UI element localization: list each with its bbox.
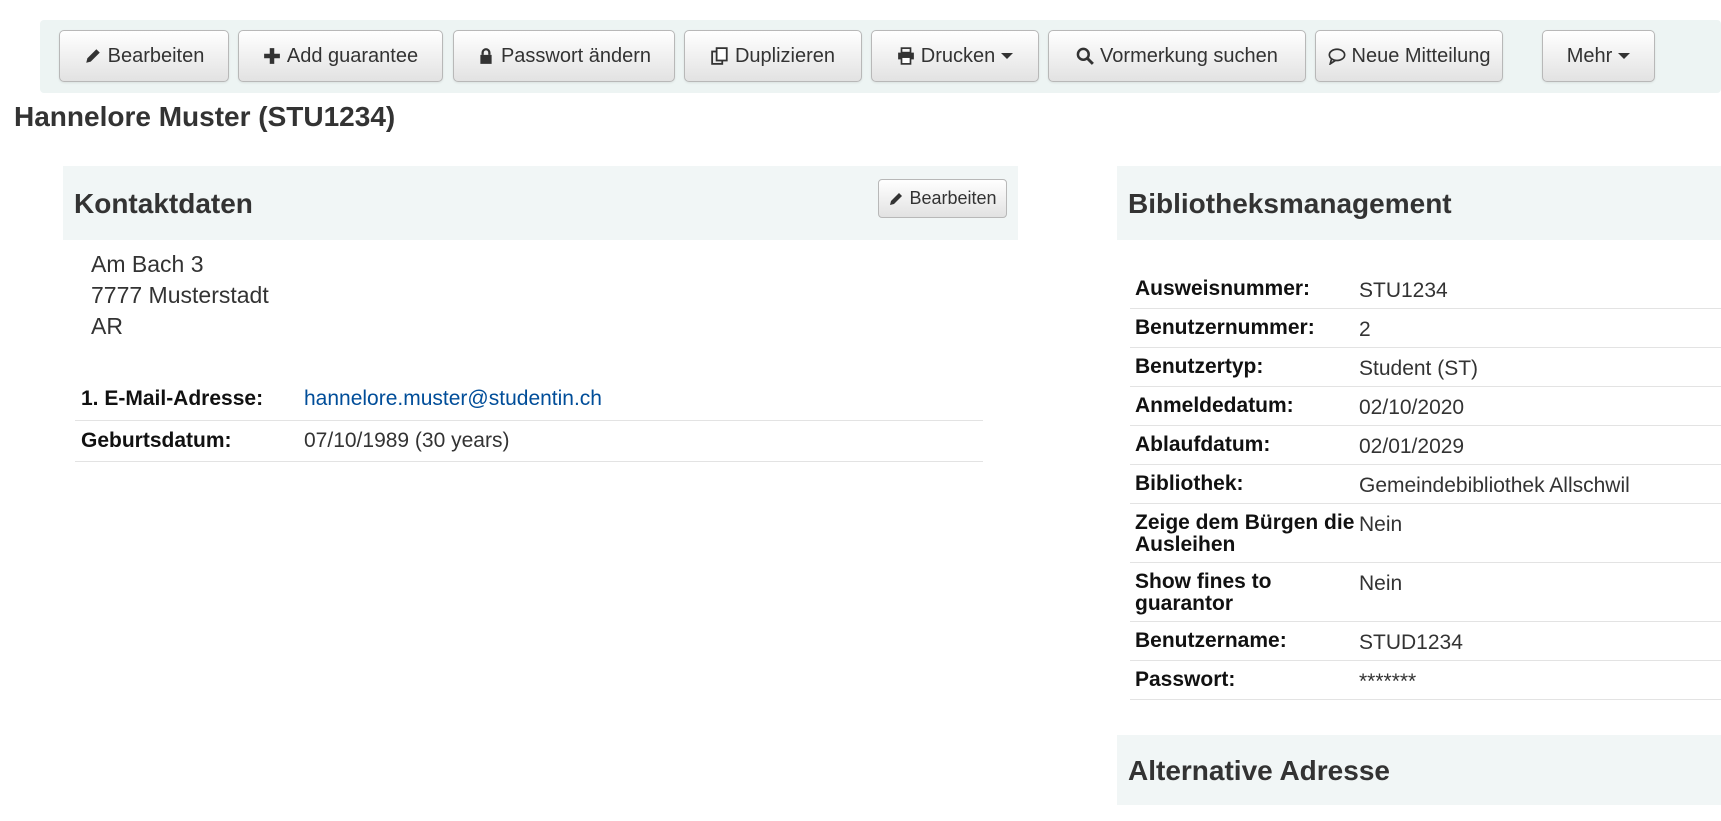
table-row: 1. E-Mail-Adresse: hannelore.muster@stud…: [75, 379, 983, 421]
print-label: Drucken: [920, 44, 996, 67]
edit-button[interactable]: Bearbeiten: [59, 30, 229, 82]
field-label: Benutzername:: [1130, 621, 1359, 661]
contact-heading: Kontaktdaten: [74, 188, 253, 219]
library-fields-table: Ausweisnummer: STU1234 Benutzernummer: 2 B…: [1130, 270, 1721, 700]
search-icon: [1076, 47, 1094, 65]
search-hold-label: Vormerkung suchen: [1100, 44, 1278, 67]
new-message-label: Neue Mitteilung: [1351, 44, 1491, 67]
field-label: Zeige dem Bürgen die Ausleihen: [1130, 503, 1359, 563]
copy-icon: [711, 47, 728, 65]
address-street: Am Bach 3: [91, 251, 204, 277]
new-message-button[interactable]: Neue Mitteilung: [1315, 30, 1503, 82]
address-block: Am Bach 3 7777 Musterstadt AR: [91, 249, 269, 342]
field-value: STU1234: [1359, 270, 1721, 309]
change-password-button[interactable]: Passwort ändern: [453, 30, 675, 82]
more-label: Mehr: [1566, 44, 1613, 67]
field-value: Nein: [1359, 503, 1721, 563]
library-panel-header: Bibliotheksmanagement: [1117, 166, 1721, 240]
more-button[interactable]: Mehr: [1542, 30, 1655, 82]
alternative-panel-header: Alternative Adresse: [1117, 735, 1721, 805]
field-label: Bibliothek:: [1130, 464, 1359, 504]
field-value: STUD1234: [1359, 621, 1721, 661]
print-button[interactable]: Drucken: [871, 30, 1039, 82]
caret-down-icon: [1618, 53, 1631, 59]
table-row: Bibliothek: Gemeindebibliothek Allschwil: [1130, 464, 1721, 504]
table-row: Benutzername: STUD1234: [1130, 621, 1721, 661]
lock-icon: [480, 48, 492, 64]
field-label: Passwort:: [1130, 660, 1359, 700]
contact-edit-button[interactable]: Bearbeiten: [878, 179, 1007, 218]
table-row: Ausweisnummer: STU1234: [1130, 270, 1721, 309]
comment-icon: [1328, 48, 1346, 65]
contact-edit-label: Bearbeiten: [909, 188, 997, 208]
duplicate-button[interactable]: Duplizieren: [684, 30, 862, 82]
caret-down-icon: [1001, 53, 1014, 59]
field-value: Gemeindebibliothek Allschwil: [1359, 464, 1721, 504]
field-value: 07/10/1989 (30 years): [304, 420, 983, 462]
table-row: Anmeldedatum: 02/10/2020: [1130, 386, 1721, 426]
table-row: Passwort: *******: [1130, 660, 1721, 700]
field-value: 2: [1359, 308, 1721, 348]
table-row: Benutzernummer: 2: [1130, 308, 1721, 348]
pencil-icon: [890, 192, 903, 205]
field-label: Benutzernummer:: [1130, 308, 1359, 348]
pencil-icon: [85, 49, 100, 63]
alternative-heading: Alternative Adresse: [1128, 755, 1390, 786]
field-value: 02/10/2020: [1359, 386, 1721, 426]
contact-fields-table: 1. E-Mail-Adresse: hannelore.muster@stud…: [75, 379, 983, 462]
field-value: hannelore.muster@studentin.ch: [304, 379, 983, 421]
field-label: Anmeldedatum:: [1130, 386, 1359, 426]
field-value: Student (ST): [1359, 347, 1721, 387]
address-country: AR: [91, 313, 123, 339]
duplicate-label: Duplizieren: [734, 44, 836, 67]
field-label: Benutzertyp:: [1130, 347, 1359, 387]
field-label: 1. E-Mail-Adresse:: [75, 379, 304, 421]
field-value: *******: [1359, 660, 1721, 700]
search-hold-button[interactable]: Vormerkung suchen: [1048, 30, 1306, 82]
add-guarantee-button[interactable]: Add guarantee: [238, 30, 443, 82]
table-row: Geburtsdatum: 07/10/1989 (30 years): [75, 420, 983, 462]
table-row: Zeige dem Bürgen die Ausleihen Nein: [1130, 503, 1721, 563]
email-link[interactable]: hannelore.muster@studentin.ch: [304, 387, 602, 410]
table-row: Ablaufdatum: 02/01/2029: [1130, 425, 1721, 465]
field-value: Nein: [1359, 562, 1721, 622]
table-row: Show fines to guarantor Nein: [1130, 562, 1721, 622]
print-icon: [897, 47, 914, 65]
edit-button-label: Bearbeiten: [107, 44, 205, 67]
address-city: 7777 Musterstadt: [91, 282, 269, 308]
plus-icon: [264, 48, 280, 64]
field-label: Ausweisnummer:: [1130, 270, 1359, 309]
contact-panel-header: Kontaktdaten Bearbeiten: [63, 166, 1018, 240]
field-label: Geburtsdatum:: [75, 420, 304, 462]
library-heading: Bibliotheksmanagement: [1128, 188, 1452, 219]
add-guarantee-label: Add guarantee: [286, 44, 419, 67]
table-row: Benutzertyp: Student (ST): [1130, 347, 1721, 387]
change-password-label: Passwort ändern: [500, 44, 652, 67]
field-label: Ablaufdatum:: [1130, 425, 1359, 465]
page-title: Hannelore Muster (STU1234): [14, 101, 396, 132]
field-value: 02/01/2029: [1359, 425, 1721, 465]
field-label: Show fines to guarantor: [1130, 562, 1359, 622]
